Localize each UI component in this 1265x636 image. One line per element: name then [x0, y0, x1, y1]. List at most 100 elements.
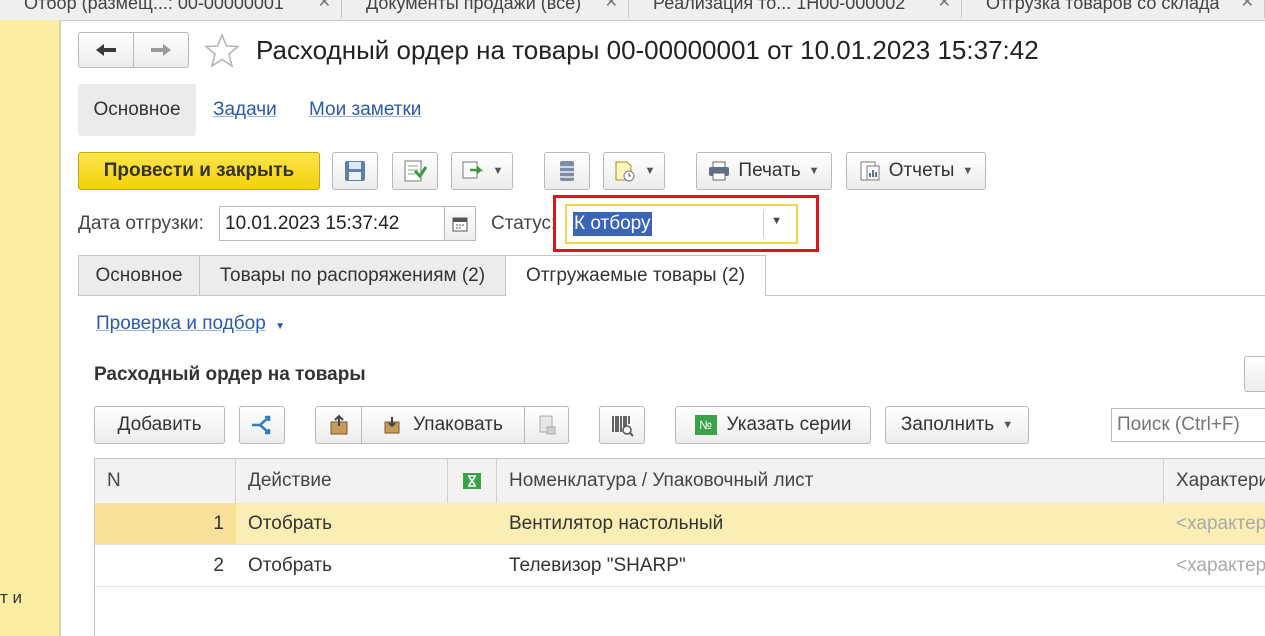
post-and-close-button[interactable]: Провести и закрыть: [78, 152, 320, 190]
star-icon[interactable]: [204, 33, 240, 69]
attached-files-icon: [615, 161, 635, 182]
open-box-icon: [330, 414, 347, 435]
cell-action[interactable]: Отобрать: [236, 545, 448, 586]
split-row-button[interactable]: [239, 406, 285, 444]
arrow-left-icon: [96, 44, 116, 56]
print-label: Печать: [738, 160, 801, 181]
printer-icon: [709, 161, 730, 181]
fill-label: Заполнить: [900, 414, 995, 435]
pack-label: Упаковать: [413, 414, 503, 435]
forward-button[interactable]: [133, 32, 189, 68]
chevron-down-icon: ▼: [492, 165, 504, 177]
subnav-tasks[interactable]: Задачи: [213, 84, 277, 136]
close-icon[interactable]: ✕: [318, 0, 331, 14]
tab-shipped-goods[interactable]: Отгружаемые товары (2): [505, 255, 766, 296]
barcode-search-button[interactable]: [599, 406, 645, 444]
column-header-n[interactable]: N: [95, 459, 236, 503]
structure-button[interactable]: [544, 152, 590, 190]
report-icon: [860, 161, 880, 181]
chevron-down-icon: ▼: [644, 165, 656, 177]
reports-button[interactable]: Отчеты ▼: [846, 152, 986, 190]
chevron-down-icon: ▼: [808, 165, 820, 177]
database-icon: [560, 161, 574, 181]
cell-action[interactable]: Отобрать: [236, 503, 448, 544]
arrow-right-icon: [151, 44, 171, 56]
divider: [60, 20, 61, 636]
goods-table: N Действие Номенклатура / Упаковочный ли…: [94, 458, 1265, 636]
specify-series-label: Указать серии: [726, 414, 852, 435]
split-arrows-icon: [252, 415, 271, 435]
cell-characteristic[interactable]: <характеристики не используются>: [1164, 545, 1265, 586]
section-title: Расходный ордер на товары: [94, 364, 366, 385]
top-tab-label: Реализация то... 1Н00-000002: [653, 0, 906, 13]
page-title: Расходный ордер на товары 00-00000001 от…: [256, 35, 1039, 65]
cell-nomenclature[interactable]: Вентилятор настольный: [497, 503, 1164, 544]
table-row[interactable]: 1 Отобрать Вентилятор настольный <характ…: [95, 503, 1265, 545]
create-based-on-icon: [462, 161, 483, 179]
save-button[interactable]: [332, 152, 378, 190]
unpack-button[interactable]: [315, 406, 362, 444]
packing-list-button[interactable]: [524, 406, 569, 444]
check-and-pick-link[interactable]: Проверка и подбор: [96, 313, 266, 334]
cell-n: 1: [95, 503, 236, 544]
box-icon: [384, 417, 400, 434]
tab-goods-by-orders[interactable]: Товары по распоряжениям (2): [199, 255, 506, 295]
chevron-down-icon: ▼: [1002, 419, 1014, 431]
column-header-characteristic[interactable]: Характеристика: [1164, 459, 1265, 503]
subnav-main[interactable]: Основное: [78, 84, 196, 136]
highlight-annotation: [553, 195, 819, 252]
status-label: Статус:: [491, 213, 557, 234]
calendar-button[interactable]: [444, 206, 476, 241]
attachments-button[interactable]: ▼: [603, 152, 665, 190]
chevron-down-icon: ▼: [962, 165, 974, 177]
post-document-icon: [404, 160, 427, 182]
top-tab-realization[interactable]: Реализация то... 1Н00-000002 ✕: [629, 0, 962, 18]
fill-button[interactable]: Заполнить ▼: [885, 406, 1029, 444]
back-button[interactable]: [78, 32, 134, 68]
cell-nomenclature[interactable]: Телевизор "SHARP": [497, 545, 1164, 586]
subnav-notes[interactable]: Мои заметки: [309, 84, 421, 136]
subnav-notes-link[interactable]: Мои заметки: [309, 99, 421, 121]
chevron-down-icon: ▼: [275, 321, 285, 332]
ship-date-field[interactable]: 10.01.2023 15:37:42: [219, 206, 445, 241]
reports-label: Отчеты: [888, 160, 955, 181]
series-column-icon: [463, 473, 481, 489]
pack-button[interactable]: Упаковать: [361, 406, 525, 444]
table-row[interactable]: 2 Отобрать Телевизор "SHARP" <характерис…: [95, 545, 1265, 587]
top-tab-label: Документы продажи (все): [366, 0, 582, 13]
top-tab-label: Отгрузка товаров со склада: [986, 0, 1220, 13]
cell-series: [448, 545, 497, 586]
close-icon[interactable]: ✕: [938, 0, 951, 14]
document-tabs: Основное Товары по распоряжениям (2) Отг…: [78, 255, 1265, 296]
specify-series-button[interactable]: № Указать серии: [675, 406, 871, 444]
check-and-pick-menu[interactable]: Проверка и подбор ▼: [96, 313, 285, 335]
search-input[interactable]: [1111, 408, 1265, 442]
cell-characteristic[interactable]: <характеристики не используются>: [1164, 503, 1265, 544]
post-button[interactable]: [392, 152, 438, 190]
top-tab-strip: Отбор (размещ...: 00-00000001 ✕ Документ…: [0, 0, 1265, 21]
column-header-series[interactable]: [448, 459, 497, 503]
create-based-on-button[interactable]: ▼: [451, 152, 513, 190]
ship-date-label: Дата отгрузки:: [78, 213, 204, 234]
subnav-tasks-link[interactable]: Задачи: [213, 99, 277, 121]
close-icon[interactable]: ✕: [605, 0, 618, 14]
barcode-icon: [612, 416, 634, 437]
close-icon[interactable]: ✕: [1241, 0, 1254, 14]
left-panel-text: т и: [0, 588, 23, 607]
left-sections-panel: т и: [0, 20, 60, 636]
print-button[interactable]: Печать ▼: [696, 152, 832, 190]
column-header-nomenclature[interactable]: Номенклатура / Упаковочный лист: [497, 459, 1164, 503]
tab-main[interactable]: Основное: [78, 255, 200, 295]
top-tab-picking[interactable]: Отбор (размещ...: 00-00000001 ✕: [0, 0, 342, 18]
calendar-icon: [452, 217, 468, 231]
cell-series: [448, 503, 497, 544]
floppy-disk-icon: [345, 161, 365, 181]
top-tab-shipment[interactable]: Отгрузка товаров со склада ✕: [962, 0, 1265, 18]
column-header-action[interactable]: Действие: [236, 459, 448, 503]
cell-n: 2: [213, 554, 224, 576]
packing-list-icon: [539, 415, 555, 435]
top-tab-label: Отбор (размещ...: 00-00000001: [24, 0, 284, 13]
top-tab-sales-docs[interactable]: Документы продажи (все) ✕: [342, 0, 629, 18]
add-button[interactable]: Добавить: [94, 406, 225, 444]
partial-button[interactable]: [1244, 356, 1265, 392]
